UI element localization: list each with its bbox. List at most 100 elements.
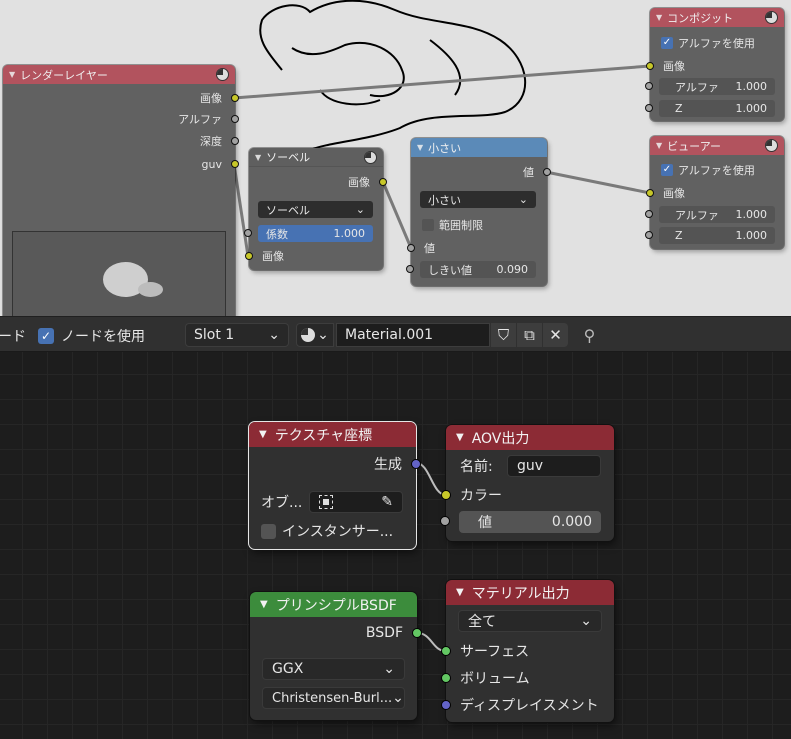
node-title: 小さい [428, 141, 462, 155]
chevron-down-icon: ⌄ [268, 327, 280, 343]
unlink-button[interactable]: ✕ [543, 323, 568, 347]
node-header[interactable]: ▼ 小さい [411, 138, 547, 157]
output-image: 画像 [249, 173, 387, 191]
z-field[interactable]: Z 1.000 [645, 227, 775, 244]
node-header[interactable]: ▼ AOV出力 [446, 425, 614, 450]
chevron-down-icon: ⌄ [317, 327, 329, 343]
socket[interactable] [441, 646, 451, 656]
socket[interactable] [440, 516, 450, 526]
eyedropper-icon[interactable]: ✎ [381, 494, 393, 510]
node-header[interactable]: ▼ レンダーレイヤー [3, 65, 235, 84]
output-value: 値 [411, 163, 551, 181]
aov-output-node[interactable]: ▼ AOV出力 名前: guv カラー 値 0.000 [440, 425, 614, 541]
chevron-down-icon: ⌄ [518, 193, 528, 206]
node-title: レンダーレイヤー [20, 68, 108, 82]
from-instancer-checkbox[interactable]: インスタンサー... [249, 519, 416, 543]
socket[interactable] [406, 265, 414, 273]
input-color: カラー [441, 483, 614, 507]
socket[interactable] [441, 700, 451, 710]
socket[interactable] [441, 673, 451, 683]
use-alpha-checkbox[interactable]: ✓ アルファを使用 [661, 162, 755, 178]
socket[interactable] [407, 244, 415, 252]
compositor-area[interactable]: ▼ レンダーレイヤー 画像 アルファ 深度 guv ▼ ソーベル 画像 ソーベル ⌄ … [0, 0, 791, 316]
target-dropdown[interactable]: 全て ⌄ [458, 610, 602, 632]
socket[interactable] [244, 229, 252, 237]
distribution-dropdown[interactable]: GGX ⌄ [262, 658, 405, 680]
texture-coordinate-node[interactable]: ▼ テクスチャ座標 生成 オブ... ✎ インスタンサー... [249, 422, 421, 549]
operation-dropdown[interactable]: 小さい ⌄ [420, 191, 536, 208]
socket[interactable] [646, 189, 654, 197]
factor-field[interactable]: 係数 1.000 [244, 225, 373, 242]
z-field[interactable]: Z 1.000 [645, 100, 775, 117]
node-header[interactable]: ▼ テクスチャ座標 [249, 422, 416, 447]
render-layers-node[interactable]: ▼ レンダーレイヤー 画像 アルファ 深度 guv [3, 65, 239, 316]
socket[interactable] [412, 628, 422, 638]
node-title: AOV出力 [471, 430, 530, 447]
node-title: プリンシプルBSDF [275, 597, 397, 614]
value-field[interactable]: 値 0.000 [440, 511, 601, 533]
object-row: オブ... ✎ [249, 490, 416, 514]
use-nodes-label: ノードを使用 [61, 329, 145, 345]
node-header[interactable]: ▼ マテリアル出力 [446, 580, 614, 605]
duplicate-button[interactable]: ⧉ [517, 323, 542, 347]
node-header[interactable]: ▼ ビューアー [650, 136, 784, 155]
material-name-field[interactable]: Material.001 [336, 323, 490, 347]
socket[interactable] [245, 252, 253, 260]
socket[interactable] [645, 82, 653, 90]
material-browse-button[interactable]: ⌄ [296, 323, 334, 347]
editor-mode-label[interactable]: ード [0, 326, 26, 346]
output-alpha: アルファ [3, 110, 239, 128]
clamp-checkbox[interactable]: 範囲制限 [422, 217, 483, 233]
chevron-down-icon: ⌄ [580, 613, 592, 629]
aov-name-field[interactable]: guv [507, 455, 601, 477]
use-nodes-toggle[interactable]: ✓ ノードを使用 [38, 326, 145, 346]
socket[interactable] [379, 178, 387, 186]
fake-user-button[interactable]: ⛉ [491, 323, 516, 347]
socket[interactable] [231, 160, 239, 168]
node-header[interactable]: ▼ プリンシプルBSDF [250, 592, 417, 617]
node-header[interactable]: ▼ ソーベル [249, 148, 383, 167]
output-depth: 深度 [3, 132, 239, 150]
render-icon[interactable] [216, 68, 229, 81]
filter-dropdown[interactable]: ソーベル ⌄ [258, 201, 373, 218]
socket[interactable] [231, 115, 239, 123]
checkbox-icon [261, 523, 276, 539]
render-preview [12, 231, 226, 316]
socket[interactable] [645, 231, 653, 239]
render-icon[interactable] [765, 139, 778, 152]
alpha-field[interactable]: アルファ 1.000 [645, 78, 775, 95]
blender-window: ▼ レンダーレイヤー 画像 アルファ 深度 guv ▼ ソーベル 画像 ソーベル ⌄ … [0, 0, 791, 739]
shader-editor-area[interactable]: ▼ テクスチャ座標 生成 オブ... ✎ インスタンサー... ▼ AOV出力 名前… [0, 352, 791, 739]
material-output-node[interactable]: ▼ マテリアル出力 全て ⌄ サーフェス ボリューム ディスプレイスメント [441, 580, 614, 722]
socket[interactable] [645, 210, 653, 218]
render-icon[interactable] [765, 11, 778, 24]
input-surface: サーフェス [441, 639, 614, 663]
alpha-field[interactable]: アルファ 1.000 [645, 206, 775, 223]
node-header[interactable]: ▼ コンポジット [650, 8, 784, 27]
socket[interactable] [543, 168, 551, 176]
input-image: 画像 [245, 247, 383, 265]
pin-button[interactable]: ⚲ [577, 323, 602, 347]
subsurface-method-dropdown[interactable]: Christensen-Burl... ⌄ [262, 687, 405, 709]
use-alpha-checkbox[interactable]: ✓ アルファを使用 [661, 35, 755, 51]
render-icon[interactable] [364, 151, 377, 164]
socket[interactable] [645, 104, 653, 112]
composite-node[interactable]: ▼ コンポジット ✓ アルファを使用 画像 アルファ 1.000 Z 1.000 [645, 8, 784, 121]
socket[interactable] [231, 137, 239, 145]
object-picker[interactable]: ✎ [309, 491, 403, 513]
viewer-node[interactable]: ▼ ビューアー ✓ アルファを使用 画像 アルファ 1.000 Z 1.000 [645, 136, 784, 249]
principled-bsdf-node[interactable]: ▼ プリンシプルBSDF BSDF GGX ⌄ Christensen-Burl..… [250, 592, 422, 720]
socket[interactable] [231, 94, 239, 102]
duplicate-icon: ⧉ [524, 326, 535, 344]
chevron-down-icon: ⌄ [355, 203, 365, 216]
sobel-node[interactable]: ▼ ソーベル 画像 ソーベル ⌄ 係数 1.000 画像 [244, 148, 387, 270]
threshold-field[interactable]: しきい値 0.090 [406, 261, 536, 278]
shader-editor-header: ード ✓ ノードを使用 Slot 1 ⌄ ⌄ Material.001 ⛉ ⧉ ✕… [0, 316, 791, 352]
output-image: 画像 [3, 89, 239, 107]
socket[interactable] [646, 62, 654, 70]
slot-dropdown[interactable]: Slot 1 ⌄ [185, 323, 289, 347]
socket[interactable] [411, 459, 421, 469]
socket[interactable] [441, 490, 451, 500]
less-than-node[interactable]: ▼ 小さい 値 小さい ⌄ 範囲制限 値 しきい値 0.090 [406, 138, 551, 286]
name-label: 名前: [460, 459, 493, 475]
